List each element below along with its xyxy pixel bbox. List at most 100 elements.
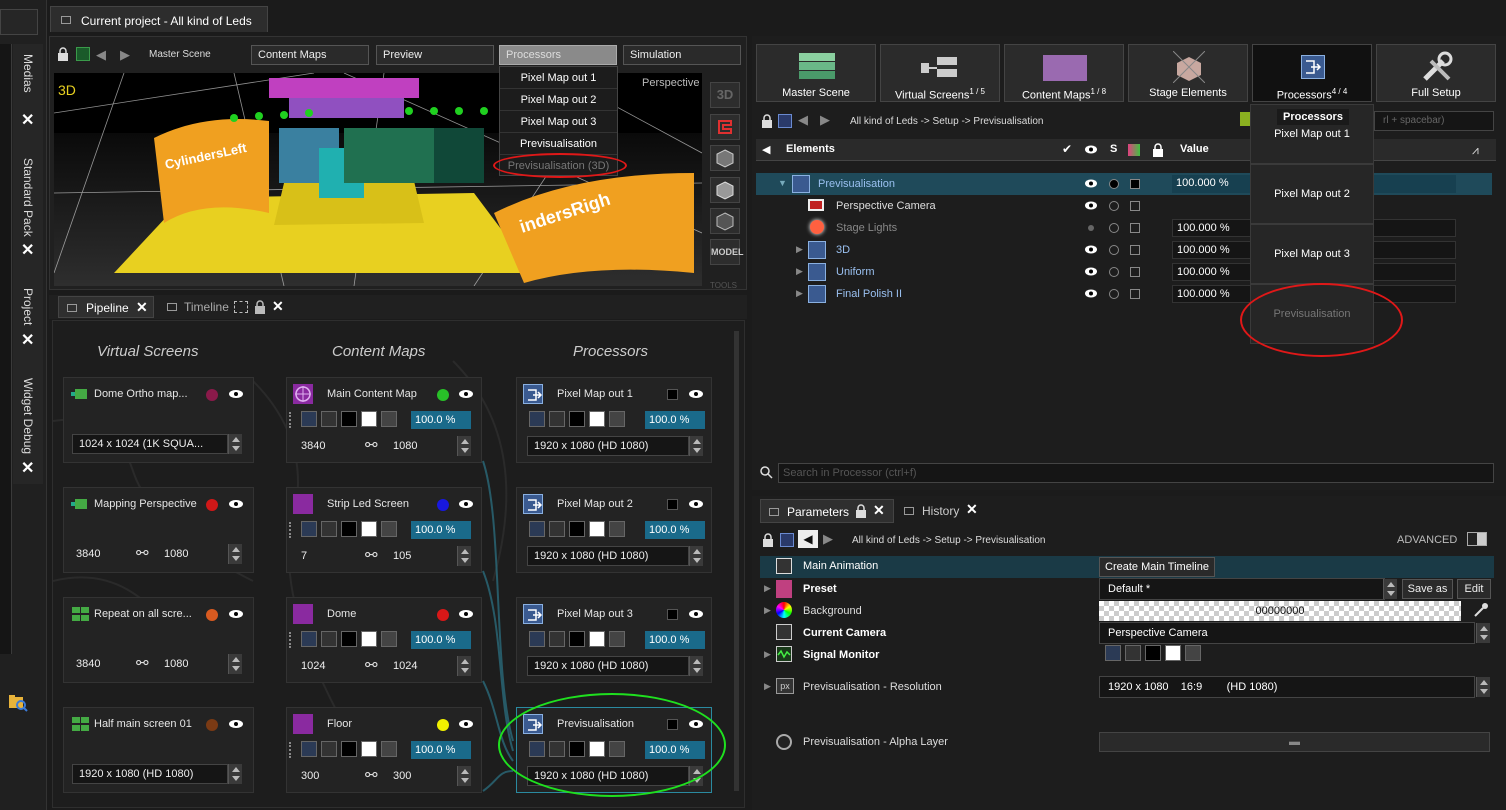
resolution-field[interactable]: 1920 x 1080 (HD 1080) [527, 656, 689, 676]
virtual-screen-card[interactable]: Half main screen 01 1920 x 1080 (HD 1080… [63, 707, 254, 793]
save-as-button[interactable]: Save as [1402, 579, 1453, 599]
expand-arrow[interactable]: ▼ [778, 178, 787, 188]
element-row[interactable]: ▶ 3D 100.000 % [756, 239, 1492, 261]
eye-icon[interactable] [458, 389, 474, 399]
back-arrow-icon[interactable]: ◀ [798, 530, 818, 548]
opacity-value[interactable]: 100.0 % [411, 521, 471, 539]
close-icon[interactable]: ✕ [21, 330, 34, 350]
eye-icon[interactable] [1084, 201, 1098, 210]
width-value[interactable]: 3840 [76, 658, 100, 670]
white-toggle[interactable] [361, 631, 377, 647]
forward-arrow-icon[interactable]: ▶ [120, 47, 130, 63]
resolution-spinner[interactable] [457, 436, 471, 456]
expand-arrow[interactable]: ▶ [796, 288, 803, 299]
cross-icon[interactable] [549, 631, 565, 647]
drag-handle[interactable] [289, 412, 292, 428]
close-icon[interactable]: ✕ [136, 299, 148, 316]
height-value[interactable]: 1080 [164, 548, 188, 560]
black-toggle[interactable] [569, 631, 585, 647]
close-icon[interactable]: ✕ [21, 458, 34, 478]
height-value[interactable]: 1080 [164, 658, 188, 670]
color-dot[interactable] [206, 719, 218, 731]
eye-icon[interactable] [458, 499, 474, 509]
crumb-preview[interactable]: Preview [376, 45, 494, 65]
width-value[interactable]: 7 [301, 550, 307, 562]
tool-model[interactable]: MODEL [710, 239, 744, 265]
color-square[interactable] [1130, 179, 1140, 189]
blend-icon[interactable] [529, 631, 545, 647]
white-toggle[interactable] [361, 521, 377, 537]
tab-master-scene[interactable]: Master Scene [756, 44, 876, 102]
width-value[interactable]: 3840 [301, 440, 325, 452]
cube-icon[interactable] [710, 145, 740, 171]
white-toggle[interactable] [361, 411, 377, 427]
record-icon[interactable] [778, 114, 792, 128]
forward-arrow-icon[interactable]: ▶ [823, 531, 833, 547]
crumb-content-maps[interactable]: Content Maps [251, 45, 369, 65]
cube-wire-icon[interactable] [710, 208, 740, 234]
record-icon[interactable] [76, 47, 90, 61]
dock-tab-medias[interactable]: Medias ✕ [14, 50, 42, 130]
blend-icon[interactable] [301, 521, 317, 537]
resolution-field[interactable]: 1920 x 1080 (HD 1080) [527, 546, 689, 566]
preset-spinner[interactable] [1383, 579, 1397, 599]
eye-icon[interactable] [228, 389, 244, 399]
black-toggle[interactable] [341, 521, 357, 537]
element-search-input[interactable]: rl + spacebar) [1374, 111, 1494, 131]
close-icon[interactable]: ✕ [272, 298, 284, 315]
link-icon[interactable]: ⚯ [365, 436, 378, 454]
processors-menu-item[interactable]: Pixel Map out 1 [500, 67, 617, 89]
blend-icon[interactable] [301, 741, 317, 757]
black-toggle[interactable] [341, 631, 357, 647]
forward-arrow-icon[interactable]: ▶ [820, 112, 830, 128]
content-map-card[interactable]: Floor 100.0 % 300 ⚯ 300 [286, 707, 482, 793]
cross-icon[interactable] [549, 521, 565, 537]
processors-menu-item[interactable]: Pixel Map out 2 [500, 89, 617, 111]
solo-toggle[interactable] [1109, 267, 1119, 277]
blend-icon[interactable] [529, 411, 545, 427]
solo-toggle[interactable] [1109, 179, 1119, 189]
eye-icon[interactable] [228, 609, 244, 619]
magnet-icon[interactable] [710, 114, 740, 140]
advanced-toggle[interactable] [1467, 532, 1487, 546]
opacity-value[interactable]: 100.0 % [645, 521, 705, 539]
expand-arrow[interactable]: ▶ [764, 681, 771, 692]
create-main-timeline-button[interactable]: Create Main Timeline [1099, 557, 1215, 577]
virtual-screen-card[interactable]: Dome Ortho map... 1024 x 1024 (1K SQUA..… [63, 377, 254, 463]
color-square[interactable] [1130, 289, 1140, 299]
back-arrow-icon[interactable]: ◀ [96, 47, 106, 63]
color-square[interactable] [667, 499, 678, 510]
cross-icon[interactable] [321, 521, 337, 537]
signal-icon[interactable]: ⩘ [1472, 143, 1479, 158]
close-icon[interactable]: ✕ [966, 501, 978, 518]
content-map-card[interactable]: Main Content Map 100.0 % 3840 ⚯ 1080 [286, 377, 482, 463]
back-arrow-icon[interactable]: ◀ [798, 112, 808, 128]
breadcrumb-scene[interactable]: Master Scene [149, 49, 211, 60]
drag-handle[interactable] [289, 742, 292, 758]
color-dot[interactable] [206, 609, 218, 621]
height-value[interactable]: 105 [393, 550, 411, 562]
pause-icon[interactable] [1185, 645, 1201, 661]
eye-icon[interactable] [1084, 245, 1098, 254]
expand-arrow[interactable]: ▶ [764, 583, 771, 594]
folder-search-icon[interactable] [8, 694, 28, 712]
virtual-screen-card[interactable]: Repeat on all scre... 3840 ⚯ 1080 [63, 597, 254, 683]
solo-toggle[interactable] [1109, 201, 1119, 211]
processors-menu-item[interactable]: Previsualisation [500, 133, 617, 155]
dock-tab-project[interactable]: Project ✕ [14, 270, 42, 350]
content-map-card[interactable]: Dome 100.0 % 1024 ⚯ 1024 [286, 597, 482, 683]
blend-icon[interactable] [1105, 645, 1121, 661]
popup-item[interactable]: Pixel Map out 3 [1250, 224, 1374, 284]
link-icon[interactable]: ⚯ [365, 656, 378, 674]
project-tab[interactable]: Current project - All kind of Leds [50, 6, 268, 32]
white-toggle[interactable] [1165, 645, 1181, 661]
pause-icon[interactable] [609, 411, 625, 427]
tab-pipeline[interactable]: Pipeline ✕ [58, 296, 154, 318]
dock-tab-widget-debug[interactable]: Widget Debug ✕ [14, 360, 42, 480]
color-dot[interactable] [437, 389, 449, 401]
tab-content-maps[interactable]: Content Maps1 / 8 [1004, 44, 1124, 102]
pause-icon[interactable] [381, 411, 397, 427]
resolution-spinner[interactable] [228, 544, 242, 564]
processor-search-input[interactable]: Search in Processor (ctrl+f) [778, 463, 1494, 483]
crumb-processors[interactable]: Processors [499, 45, 617, 65]
